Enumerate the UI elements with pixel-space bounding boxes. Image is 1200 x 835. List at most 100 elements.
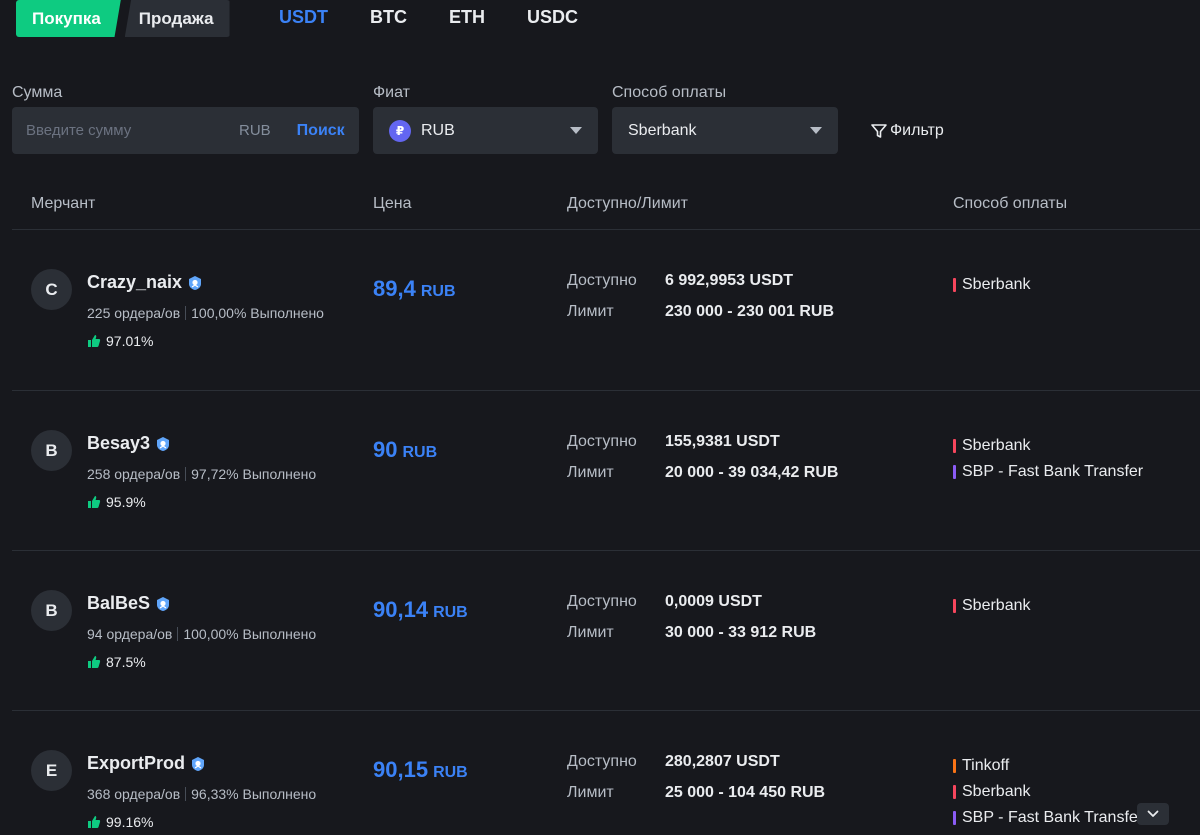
merchant-stats: 225 ордера/ов 100,00% Выполнено bbox=[87, 305, 324, 321]
avatar[interactable]: B bbox=[31, 590, 72, 631]
amount-label: Сумма bbox=[12, 84, 63, 101]
method-color-bar bbox=[953, 278, 956, 292]
search-button[interactable]: Поиск bbox=[285, 122, 360, 140]
stat-separator bbox=[185, 467, 187, 481]
price-value: 90,14 bbox=[373, 597, 429, 622]
limit-value: 30 000 - 33 912 RUB bbox=[665, 624, 817, 641]
filter-button[interactable]: Фильтр bbox=[870, 120, 944, 142]
merchant-name[interactable]: Besay3 bbox=[87, 433, 171, 454]
available-value: 280,2807 USDT bbox=[665, 753, 780, 770]
merchant-rating: 87.5% bbox=[87, 654, 146, 670]
merchant-name[interactable]: ExportProd bbox=[87, 753, 206, 774]
merchant-name-text: Besay3 bbox=[87, 433, 151, 453]
limit-value: 20 000 - 39 034,42 RUB bbox=[665, 464, 839, 481]
tab-usdt[interactable]: USDT bbox=[279, 7, 328, 28]
avatar[interactable]: E bbox=[31, 750, 72, 791]
order-count: 225 ордера/ов bbox=[87, 305, 181, 321]
payment-label: Способ оплаты bbox=[612, 84, 727, 101]
merchant-stats: 368 ордера/ов 96,33% Выполнено bbox=[87, 786, 316, 802]
verified-badge-icon bbox=[155, 596, 171, 612]
order-count: 258 ордера/ов bbox=[87, 466, 181, 482]
chevron-down-icon bbox=[810, 127, 822, 134]
payment-methods: Sberbank bbox=[953, 593, 1031, 619]
order-count: 94 ордера/ов bbox=[87, 626, 173, 642]
price-value: 90,15 bbox=[373, 757, 429, 782]
method-color-bar bbox=[953, 439, 956, 453]
method-color-bar bbox=[953, 465, 956, 479]
avatar[interactable]: C bbox=[31, 269, 72, 310]
merchant-stats: 258 ордера/ов 97,72% Выполнено bbox=[87, 466, 316, 482]
payment-method-name: Sberbank bbox=[962, 276, 1031, 293]
table-row: C Crazy_naix 225 ордера/ов 100,00% Выпол… bbox=[0, 230, 1200, 390]
table-row: B Besay3 258 ордера/ов 97,72% Выполнено … bbox=[0, 391, 1200, 551]
verified-badge-icon bbox=[187, 275, 203, 291]
tab-buy[interactable]: Покупка bbox=[16, 0, 121, 37]
rating-value: 97.01% bbox=[106, 333, 154, 349]
limit-value: 230 000 - 230 001 RUB bbox=[665, 303, 834, 320]
payment-method: Sberbank bbox=[953, 593, 1031, 619]
limit-label: Лимит bbox=[567, 303, 614, 320]
header-price: Цена bbox=[373, 195, 412, 212]
merchant-name[interactable]: BalBeS bbox=[87, 593, 171, 614]
price-currency: RUB bbox=[420, 283, 456, 300]
price-value: 90 bbox=[373, 437, 398, 462]
merchant-name-text: Crazy_naix bbox=[87, 272, 183, 292]
rating-value: 95.9% bbox=[106, 494, 146, 510]
method-color-bar bbox=[953, 759, 956, 773]
stat-separator bbox=[185, 787, 187, 801]
available-label: Доступно bbox=[567, 753, 637, 770]
price-currency: RUB bbox=[433, 604, 468, 621]
payment-method: Tinkoff bbox=[953, 753, 1143, 779]
payment-method-name: Sberbank bbox=[962, 783, 1031, 800]
header-payment: Способ оплаты bbox=[953, 195, 1068, 212]
amount-unit: RUB bbox=[239, 122, 271, 139]
amount-input[interactable] bbox=[12, 107, 225, 154]
price: 90,14 RUB bbox=[373, 597, 468, 623]
available-label: Доступно bbox=[567, 593, 637, 610]
verified-badge-icon bbox=[155, 436, 171, 452]
limit-label: Лимит bbox=[567, 624, 614, 641]
payment-method: Sberbank bbox=[953, 433, 1143, 459]
payment-method-name: SBP - Fast Bank Transfer bbox=[962, 809, 1144, 826]
payment-methods: Sberbank bbox=[953, 272, 1031, 298]
thumbs-up-icon bbox=[87, 334, 101, 348]
ruble-icon: ₽ bbox=[389, 119, 411, 142]
rating-value: 99.16% bbox=[106, 814, 154, 830]
filter-icon bbox=[870, 122, 890, 140]
tab-eth[interactable]: ETH bbox=[449, 7, 485, 28]
payment-method-name: Sberbank bbox=[962, 597, 1031, 614]
price-currency: RUB bbox=[402, 444, 438, 461]
header-available-limit: Доступно/Лимит bbox=[567, 195, 688, 212]
merchant-name[interactable]: Crazy_naix bbox=[87, 272, 203, 293]
payment-method-name: SBP - Fast Bank Transfer bbox=[962, 463, 1144, 480]
rating-value: 87.5% bbox=[106, 654, 146, 670]
payment-method: SBP - Fast Bank Transfer bbox=[953, 805, 1143, 831]
limit-label: Лимит bbox=[567, 464, 614, 481]
merchant-rating: 97.01% bbox=[87, 333, 153, 349]
fiat-select[interactable]: ₽ RUB bbox=[373, 107, 598, 154]
available-label: Доступно bbox=[567, 272, 637, 289]
expand-methods-button[interactable] bbox=[1137, 803, 1169, 825]
payment-select[interactable]: Sberbank bbox=[612, 107, 838, 154]
price-value: 89,4 bbox=[373, 276, 416, 301]
method-color-bar bbox=[953, 811, 956, 825]
avatar[interactable]: B bbox=[31, 430, 72, 471]
available-label: Доступно bbox=[567, 433, 637, 450]
limit-label: Лимит bbox=[567, 784, 614, 801]
header-merchant: Мерчант bbox=[31, 195, 96, 212]
asset-tabs: USDT BTC ETH USDC bbox=[279, 0, 620, 34]
tab-sell[interactable]: Продажа bbox=[124, 0, 230, 37]
stat-separator bbox=[185, 306, 187, 320]
tab-btc[interactable]: BTC bbox=[370, 7, 407, 28]
chevron-down-icon bbox=[1147, 810, 1159, 818]
method-color-bar bbox=[953, 599, 956, 613]
merchant-rating: 95.9% bbox=[87, 494, 146, 510]
verified-badge-icon bbox=[190, 756, 206, 772]
merchant-name-text: BalBeS bbox=[87, 593, 151, 613]
fiat-label: Фиат bbox=[373, 84, 410, 101]
tab-usdc[interactable]: USDC bbox=[527, 7, 578, 28]
completion-rate: 100,00% Выполнено bbox=[183, 626, 317, 642]
thumbs-up-icon bbox=[87, 655, 101, 669]
fiat-select-value: RUB bbox=[421, 121, 455, 139]
table-row: B BalBeS 94 ордера/ов 100,00% Выполнено … bbox=[0, 551, 1200, 711]
